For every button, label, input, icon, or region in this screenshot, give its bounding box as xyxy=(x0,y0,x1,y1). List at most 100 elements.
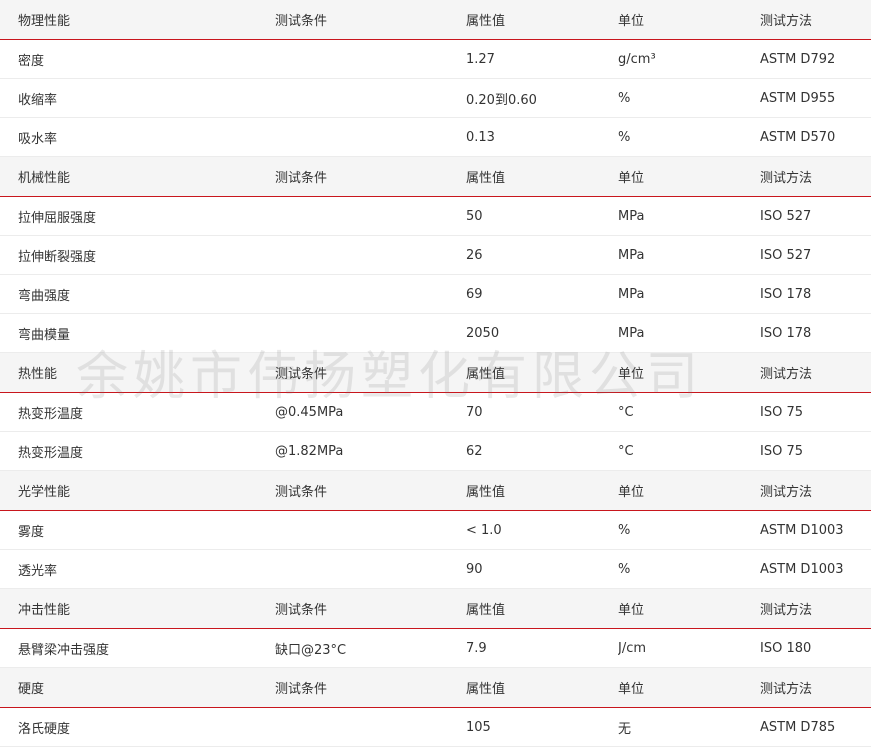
test-method: ISO 180 xyxy=(760,640,812,656)
property-name: 热变形温度 xyxy=(18,406,84,422)
unit-header: 单位 xyxy=(618,171,645,186)
section-header-row: 物理性能 测试条件 属性值 单位 测试方法 xyxy=(0,0,871,40)
property-name: 密度 xyxy=(18,53,45,69)
method-header-cell: 测试方法 xyxy=(760,0,871,40)
method-header: 测试方法 xyxy=(760,367,813,382)
property-value: < 1.0 xyxy=(466,522,502,538)
property-name-cell: 悬臂梁冲击强度 xyxy=(0,628,275,668)
unit-cell: g/cm³ xyxy=(618,39,760,79)
table-row: 热变形温度 @1.82MPa 62 °C ISO 75 xyxy=(0,431,871,471)
property-value: 70 xyxy=(466,404,483,420)
property-name-cell: 吸水率 xyxy=(0,117,275,157)
unit-cell: J/cm xyxy=(618,628,760,668)
property-value-cell: 69 xyxy=(466,274,618,314)
property-value-cell: 1.27 xyxy=(466,39,618,79)
unit: MPa xyxy=(618,208,645,224)
property-name-cell: 弯曲强度 xyxy=(0,274,275,314)
property-value: 69 xyxy=(466,286,483,302)
section-title-cell: 机械性能 xyxy=(0,156,275,197)
test-method-cell: ISO 527 xyxy=(760,196,871,236)
unit-header-cell: 单位 xyxy=(618,667,760,708)
value-header-cell: 属性值 xyxy=(466,588,618,629)
property-name: 拉伸屈服强度 xyxy=(18,210,97,226)
unit-cell: 无 xyxy=(618,707,760,747)
property-value: 0.13 xyxy=(466,129,495,145)
unit: °C xyxy=(618,404,634,420)
property-name-cell: 洛氏硬度 xyxy=(0,707,275,747)
method-header-cell: 测试方法 xyxy=(760,470,871,511)
value-header: 属性值 xyxy=(466,485,506,500)
unit: J/cm xyxy=(618,640,647,656)
property-value-cell: 62 xyxy=(466,431,618,471)
property-value: 2050 xyxy=(466,325,500,341)
test-method: ISO 75 xyxy=(760,404,803,420)
property-value: 90 xyxy=(466,561,483,577)
test-method-cell: ASTM D785 xyxy=(760,707,871,747)
test-condition-cell xyxy=(275,117,466,157)
section-title: 硬度 xyxy=(18,682,45,697)
test-method-cell: ISO 178 xyxy=(760,313,871,353)
section-title: 光学性能 xyxy=(18,485,71,500)
test-method: ASTM D792 xyxy=(760,51,836,67)
property-name-cell: 拉伸屈服强度 xyxy=(0,196,275,236)
table-row: 热变形温度 @0.45MPa 70 °C ISO 75 xyxy=(0,392,871,432)
test-condition-cell xyxy=(275,196,466,236)
unit-header-cell: 单位 xyxy=(618,470,760,511)
value-header-cell: 属性值 xyxy=(466,156,618,197)
property-value-cell: < 1.0 xyxy=(466,510,618,550)
unit-cell: MPa xyxy=(618,274,760,314)
condition-header: 测试条件 xyxy=(275,603,328,618)
unit: % xyxy=(618,522,631,538)
property-value: 0.20到0.60 xyxy=(466,92,537,108)
property-name: 洛氏硬度 xyxy=(18,721,71,737)
section-header-row: 冲击性能 测试条件 属性值 单位 测试方法 xyxy=(0,588,871,629)
property-name: 悬臂梁冲击强度 xyxy=(18,642,110,658)
method-header-cell: 测试方法 xyxy=(760,352,871,393)
property-value-cell: 90 xyxy=(466,549,618,589)
condition-header: 测试条件 xyxy=(275,171,328,186)
section-title-cell: 硬度 xyxy=(0,667,275,708)
test-condition-cell xyxy=(275,274,466,314)
test-method: ISO 75 xyxy=(760,443,803,459)
test-method: ASTM D570 xyxy=(760,129,836,145)
value-header: 属性值 xyxy=(466,367,506,382)
condition-header-cell: 测试条件 xyxy=(275,667,466,708)
unit: 无 xyxy=(618,721,632,737)
section-title: 机械性能 xyxy=(18,171,71,186)
value-header: 属性值 xyxy=(466,14,506,29)
section-title-cell: 冲击性能 xyxy=(0,588,275,629)
property-name: 吸水率 xyxy=(18,131,58,147)
unit-cell: MPa xyxy=(618,196,760,236)
test-condition-cell: @0.45MPa xyxy=(275,392,466,432)
method-header-cell: 测试方法 xyxy=(760,667,871,708)
unit: % xyxy=(618,561,631,577)
test-condition-cell: @1.82MPa xyxy=(275,431,466,471)
test-method-cell: ISO 75 xyxy=(760,392,871,432)
table-row: 拉伸屈服强度 50 MPa ISO 527 xyxy=(0,196,871,236)
condition-header: 测试条件 xyxy=(275,14,328,29)
unit: % xyxy=(618,90,631,106)
condition-header-cell: 测试条件 xyxy=(275,470,466,511)
test-method: ISO 178 xyxy=(760,286,812,302)
unit-header: 单位 xyxy=(618,367,645,382)
property-value: 1.27 xyxy=(466,51,495,67)
test-condition: @1.82MPa xyxy=(275,443,344,459)
table-row: 弯曲强度 69 MPa ISO 178 xyxy=(0,274,871,314)
unit-cell: °C xyxy=(618,392,760,432)
section-title-cell: 物理性能 xyxy=(0,0,275,40)
value-header-cell: 属性值 xyxy=(466,352,618,393)
condition-header-cell: 测试条件 xyxy=(275,156,466,197)
unit: MPa xyxy=(618,325,645,341)
test-method: ASTM D1003 xyxy=(760,522,844,538)
value-header: 属性值 xyxy=(466,682,506,697)
value-header: 属性值 xyxy=(466,603,506,618)
unit-header: 单位 xyxy=(618,603,645,618)
property-name-cell: 热变形温度 xyxy=(0,392,275,432)
property-name: 雾度 xyxy=(18,524,45,540)
unit-cell: % xyxy=(618,510,760,550)
condition-header-cell: 测试条件 xyxy=(275,352,466,393)
unit-header-cell: 单位 xyxy=(618,352,760,393)
section-title: 热性能 xyxy=(18,367,58,382)
property-name-cell: 收缩率 xyxy=(0,78,275,118)
property-name: 弯曲模量 xyxy=(18,327,71,343)
